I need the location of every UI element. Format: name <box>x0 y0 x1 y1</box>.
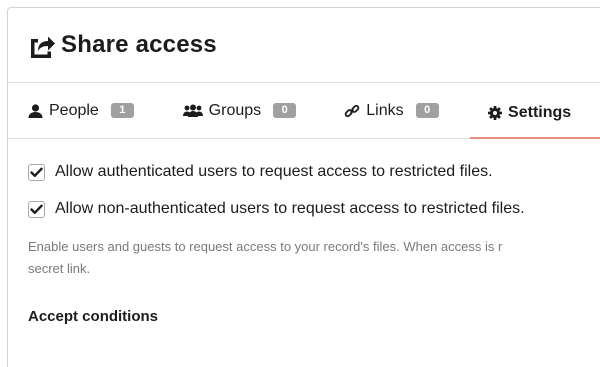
checkmark-icon <box>30 167 43 177</box>
authenticated-access-option: Allow authenticated users to request acc… <box>28 163 587 181</box>
settings-panel: Allow authenticated users to request acc… <box>8 139 600 325</box>
guest-access-option: Allow non-authenticated users to request… <box>28 200 587 218</box>
help-text-line-2: secret link. <box>28 261 91 276</box>
tab-groups-label: Groups <box>208 101 262 119</box>
guest-access-label[interactable]: Allow non-authenticated users to request… <box>55 200 525 218</box>
tab-settings-label: Settings <box>508 103 572 121</box>
authenticated-access-label[interactable]: Allow authenticated users to request acc… <box>55 163 493 181</box>
tab-links-label: Links <box>366 101 404 119</box>
tab-groups-count: 0 <box>273 103 297 118</box>
link-icon <box>344 103 360 119</box>
users-icon <box>182 104 203 117</box>
cog-icon <box>488 105 503 120</box>
tab-settings[interactable]: Settings <box>470 83 600 139</box>
tab-links-count: 0 <box>415 103 439 118</box>
checkmark-icon <box>30 204 43 214</box>
share-access-modal: Share access People 1 Groups 0 Links 0 S… <box>7 7 600 367</box>
authenticated-access-checkbox[interactable] <box>28 163 45 181</box>
tab-people-count: 1 <box>110 103 134 118</box>
access-request-help-text: Enable users and guests to request acces… <box>28 236 600 280</box>
guest-access-checkbox[interactable] <box>28 200 45 218</box>
accept-conditions-heading: Accept conditions <box>28 308 159 325</box>
tab-people[interactable]: People 1 <box>28 83 183 138</box>
share-square-icon <box>28 33 56 59</box>
share-tabs: People 1 Groups 0 Links 0 Settings <box>8 83 600 139</box>
tab-links[interactable]: Links 0 <box>344 83 488 138</box>
tab-groups[interactable]: Groups 0 <box>182 83 345 138</box>
tab-people-label: People <box>49 101 99 119</box>
modal-title: Share access <box>61 31 217 58</box>
modal-header: Share access <box>8 8 600 83</box>
help-text-line-1: Enable users and guests to request acces… <box>28 239 503 254</box>
user-icon <box>28 103 43 118</box>
